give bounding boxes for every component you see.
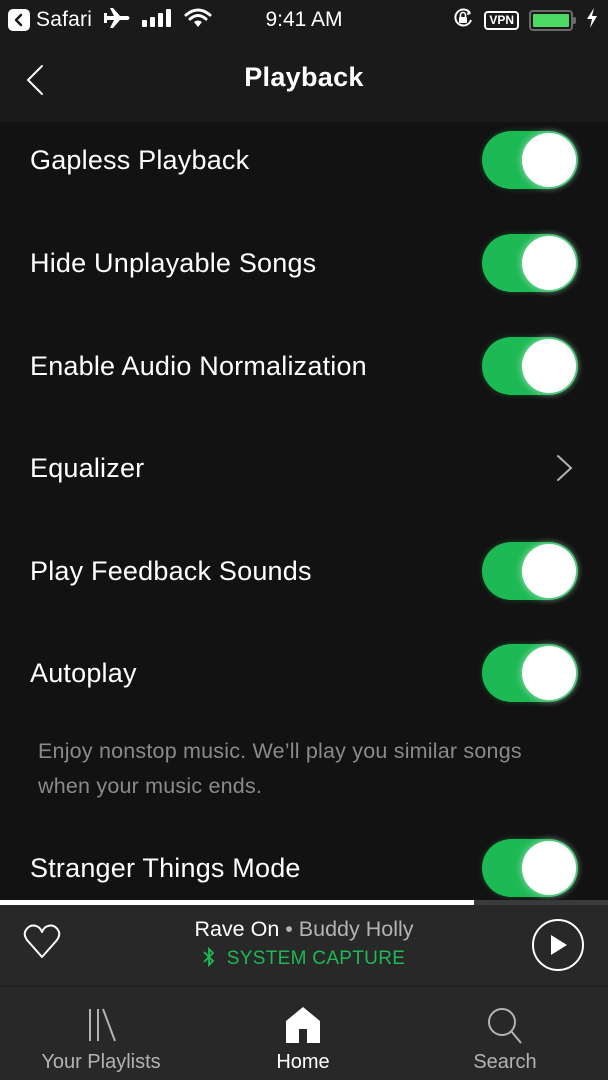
- setting-gapless-playback[interactable]: Gapless Playback: [0, 122, 608, 210]
- toggle-knob: [522, 339, 576, 393]
- tab-your-playlists[interactable]: Your Playlists: [0, 987, 202, 1080]
- status-right: VPN: [452, 0, 598, 40]
- setting-label: Equalizer: [30, 452, 145, 483]
- nav-header: Playback: [0, 40, 608, 122]
- play-feedback-sounds-toggle[interactable]: [482, 542, 578, 600]
- library-icon: [89, 1008, 116, 1042]
- setting-label: Play Feedback Sounds: [30, 555, 312, 586]
- bluetooth-icon: [203, 947, 215, 967]
- play-icon: [551, 935, 567, 955]
- play-button[interactable]: [532, 919, 584, 971]
- setting-label: Hide Unplayable Songs: [30, 247, 317, 278]
- hide-unplayable-songs-toggle[interactable]: [482, 234, 578, 292]
- setting-autoplay[interactable]: Autoplay: [0, 623, 608, 723]
- chevron-right-icon: [557, 455, 573, 481]
- device-name: SYSTEM CAPTURE: [226, 948, 406, 969]
- track-artist: Buddy Holly: [298, 917, 414, 941]
- now-playing-track[interactable]: Rave On • Buddy Holly: [0, 917, 608, 942]
- toggle-knob: [522, 646, 576, 700]
- battery-icon: [529, 9, 576, 31]
- search-icon: [488, 1008, 522, 1044]
- toggle-knob: [522, 544, 576, 598]
- battery-fill: [533, 13, 569, 27]
- setting-audio-normalization[interactable]: Enable Audio Normalization: [0, 316, 608, 416]
- setting-label: Stranger Things Mode: [30, 852, 301, 883]
- page-title: Playback: [244, 62, 364, 92]
- toggle-knob: [522, 841, 576, 895]
- setting-label: Enable Audio Normalization: [30, 350, 367, 381]
- track-separator: •: [279, 917, 299, 941]
- charging-icon: [586, 7, 598, 33]
- tab-label: Search: [473, 1051, 537, 1073]
- setting-equalizer[interactable]: Equalizer: [0, 418, 608, 518]
- settings-list[interactable]: Gapless Playback Hide Unplayable Songs E…: [0, 122, 608, 902]
- tab-label: Home: [276, 1051, 330, 1073]
- setting-label: Gapless Playback: [30, 144, 250, 175]
- setting-play-feedback-sounds[interactable]: Play Feedback Sounds: [0, 521, 608, 621]
- tab-search[interactable]: Search: [404, 987, 606, 1080]
- toggle-knob: [522, 133, 576, 187]
- tab-home[interactable]: Home: [202, 987, 404, 1080]
- autoplay-description: Enjoy nonstop music. We’ll play you simi…: [38, 739, 522, 798]
- tab-bar: Your Playlists Home Search: [0, 986, 608, 1080]
- stranger-things-mode-toggle[interactable]: [482, 839, 578, 897]
- audio-normalization-toggle[interactable]: [482, 337, 578, 395]
- setting-label: Autoplay: [30, 657, 137, 688]
- track-title: Rave On: [194, 917, 280, 941]
- gapless-playback-toggle[interactable]: [482, 131, 578, 189]
- autoplay-toggle[interactable]: [482, 644, 578, 702]
- tab-label: Your Playlists: [41, 1051, 161, 1073]
- setting-hide-unplayable-songs[interactable]: Hide Unplayable Songs: [0, 213, 608, 313]
- home-icon: [286, 1007, 320, 1043]
- toggle-knob: [522, 236, 576, 290]
- orientation-lock-icon: [452, 7, 474, 34]
- mini-player[interactable]: Rave On • Buddy Holly SYSTEM CAPTURE: [0, 905, 608, 986]
- vpn-badge: VPN: [484, 10, 519, 30]
- status-bar: Safari 9:41 AM VPN: [0, 0, 608, 40]
- setting-stranger-things-mode[interactable]: Stranger Things Mode: [0, 818, 608, 902]
- connected-device[interactable]: SYSTEM CAPTURE: [0, 947, 608, 970]
